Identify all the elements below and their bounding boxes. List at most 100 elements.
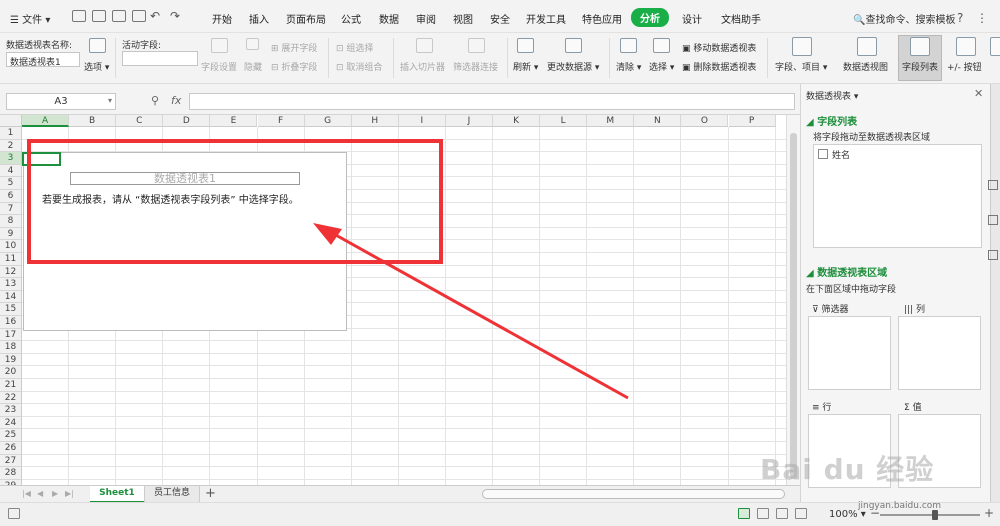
move-pivot-button[interactable]: ▣ 移动数据透视表 — [682, 41, 756, 54]
row-header-7[interactable]: 7 — [0, 202, 22, 216]
page-break-view-icon[interactable] — [776, 508, 788, 519]
change-source-button[interactable]: 更改数据源 ▾ — [547, 60, 599, 73]
row-header-20[interactable]: 20 — [0, 366, 22, 379]
settings-icon[interactable]: ⋮ — [976, 11, 988, 25]
side-tool-icon[interactable] — [988, 180, 998, 190]
tab-security[interactable]: 安全 — [490, 11, 510, 26]
refresh-button[interactable]: 刷新 ▾ — [513, 60, 538, 73]
pivot-name-input[interactable]: 数据透视表1 — [6, 52, 80, 68]
row-header-1[interactable]: 1 — [0, 127, 22, 140]
normal-view-icon[interactable] — [738, 508, 750, 519]
column-header-l[interactable]: L — [540, 115, 588, 127]
file-menu[interactable]: ☰ 文件 ▾ — [10, 11, 50, 26]
field-header-icon[interactable] — [990, 37, 1000, 56]
row-header-4[interactable]: 4 — [0, 164, 22, 178]
clear-button[interactable]: 清除 ▾ — [616, 60, 641, 73]
row-header-3[interactable]: 3 — [0, 152, 22, 165]
tab-formulas[interactable]: 公式 — [341, 11, 361, 26]
row-header-25[interactable]: 25 — [0, 429, 22, 442]
tab-special[interactable]: 特色应用 — [582, 11, 622, 26]
field-list-section[interactable]: ◢ 字段列表 — [806, 113, 857, 128]
pivot-area-section[interactable]: ◢ 数据透视表区域 — [806, 264, 887, 279]
macro-record-icon[interactable] — [8, 508, 20, 519]
tab-doc-assistant[interactable]: 文档助手 — [721, 11, 761, 26]
row-header-27[interactable]: 27 — [0, 454, 22, 468]
row-header-23[interactable]: 23 — [0, 404, 22, 417]
row-header-10[interactable]: 10 — [0, 240, 22, 253]
column-header-e[interactable]: E — [210, 115, 258, 127]
column-header-d[interactable]: D — [163, 115, 211, 127]
column-header-i[interactable]: I — [398, 115, 446, 127]
add-sheet-button[interactable]: + — [205, 486, 216, 501]
fields-items-button[interactable]: 字段、项目 ▾ — [775, 60, 827, 73]
tab-analyze[interactable]: 分析 — [631, 8, 669, 27]
next-sheet-icon[interactable]: ▶ — [52, 489, 58, 498]
active-field-input[interactable] — [122, 51, 198, 66]
side-tool-icon[interactable] — [988, 250, 998, 260]
zoom-in-icon[interactable]: + — [984, 506, 994, 520]
tab-developer[interactable]: 开发工具 — [526, 11, 566, 26]
row-header-12[interactable]: 12 — [0, 265, 22, 279]
filter-connection-button[interactable]: 筛选器连接 — [453, 60, 498, 73]
row-header-18[interactable]: 18 — [0, 341, 22, 354]
sheet-tab-sheet1[interactable]: Sheet1 — [90, 486, 144, 503]
zoom-formula-icon[interactable]: ⚲ — [151, 94, 159, 107]
row-header-16[interactable]: 16 — [0, 316, 22, 329]
column-header-p[interactable]: P — [728, 115, 776, 127]
field-name[interactable]: 姓名 — [832, 148, 850, 161]
formula-input[interactable] — [189, 93, 795, 110]
ungroup-button[interactable]: ⊡ 取消组合 — [336, 60, 382, 73]
expand-field-button[interactable]: ⊞ 展开字段 — [271, 41, 317, 54]
prev-sheet-icon[interactable]: ◀ — [37, 489, 43, 498]
row-header-2[interactable]: 2 — [0, 139, 22, 153]
vertical-scrollbar-thumb[interactable] — [790, 133, 797, 479]
column-header-f[interactable]: F — [257, 115, 305, 127]
row-header-21[interactable]: 21 — [0, 379, 22, 392]
save-icon[interactable] — [72, 10, 86, 22]
undo-icon[interactable]: ↶ — [150, 9, 160, 23]
row-header-22[interactable]: 22 — [0, 391, 22, 405]
tab-home[interactable]: 开始 — [212, 11, 232, 26]
zoom-slider-handle[interactable] — [932, 510, 938, 520]
row-header-11[interactable]: 11 — [0, 253, 22, 266]
row-header-5[interactable]: 5 — [0, 177, 22, 190]
collapse-field-button[interactable]: ⊟ 折叠字段 — [271, 60, 317, 73]
help-icon[interactable]: ? — [957, 11, 963, 25]
tab-page-layout[interactable]: 页面布局 — [286, 11, 326, 26]
column-header-b[interactable]: B — [69, 115, 117, 127]
export-icon[interactable] — [92, 10, 106, 22]
column-header-m[interactable]: M — [587, 115, 635, 127]
column-header-g[interactable]: G — [304, 115, 352, 127]
tab-review[interactable]: 审阅 — [416, 11, 436, 26]
row-header-24[interactable]: 24 — [0, 416, 22, 430]
select-button[interactable]: 选择 ▾ — [649, 60, 674, 73]
select-all-corner[interactable] — [0, 115, 22, 127]
column-header-h[interactable]: H — [351, 115, 399, 127]
reading-mode-icon[interactable] — [795, 508, 807, 519]
command-search[interactable]: 🔍查找命令、搜索模板 — [853, 11, 955, 26]
options-button[interactable]: 选项 ▾ — [84, 60, 109, 73]
row-header-14[interactable]: 14 — [0, 290, 22, 304]
tab-data[interactable]: 数据 — [379, 11, 399, 26]
row-header-9[interactable]: 9 — [0, 227, 22, 241]
column-header-a[interactable]: A — [22, 115, 70, 127]
panel-title[interactable]: 数据透视表 ▾ — [806, 89, 858, 102]
filter-drop-zone[interactable] — [808, 316, 891, 390]
row-header-13[interactable]: 13 — [0, 278, 22, 291]
row-header-6[interactable]: 6 — [0, 190, 22, 203]
column-header-o[interactable]: O — [681, 115, 729, 127]
first-sheet-icon[interactable]: |◀ — [22, 489, 31, 498]
vertical-scrollbar[interactable] — [786, 115, 800, 485]
row-header-8[interactable]: 8 — [0, 215, 22, 228]
columns-drop-zone[interactable] — [898, 316, 981, 390]
horizontal-scrollbar[interactable] — [482, 489, 785, 499]
zoom-slider[interactable] — [880, 514, 980, 516]
row-header-26[interactable]: 26 — [0, 442, 22, 455]
print-preview-icon[interactable] — [132, 10, 146, 22]
column-header-j[interactable]: J — [445, 115, 493, 127]
row-header-15[interactable]: 15 — [0, 303, 22, 316]
row-header-19[interactable]: 19 — [0, 353, 22, 367]
hide-button[interactable]: 隐藏 — [244, 60, 262, 73]
close-icon[interactable]: ✕ — [974, 87, 983, 100]
column-header-c[interactable]: C — [116, 115, 164, 127]
